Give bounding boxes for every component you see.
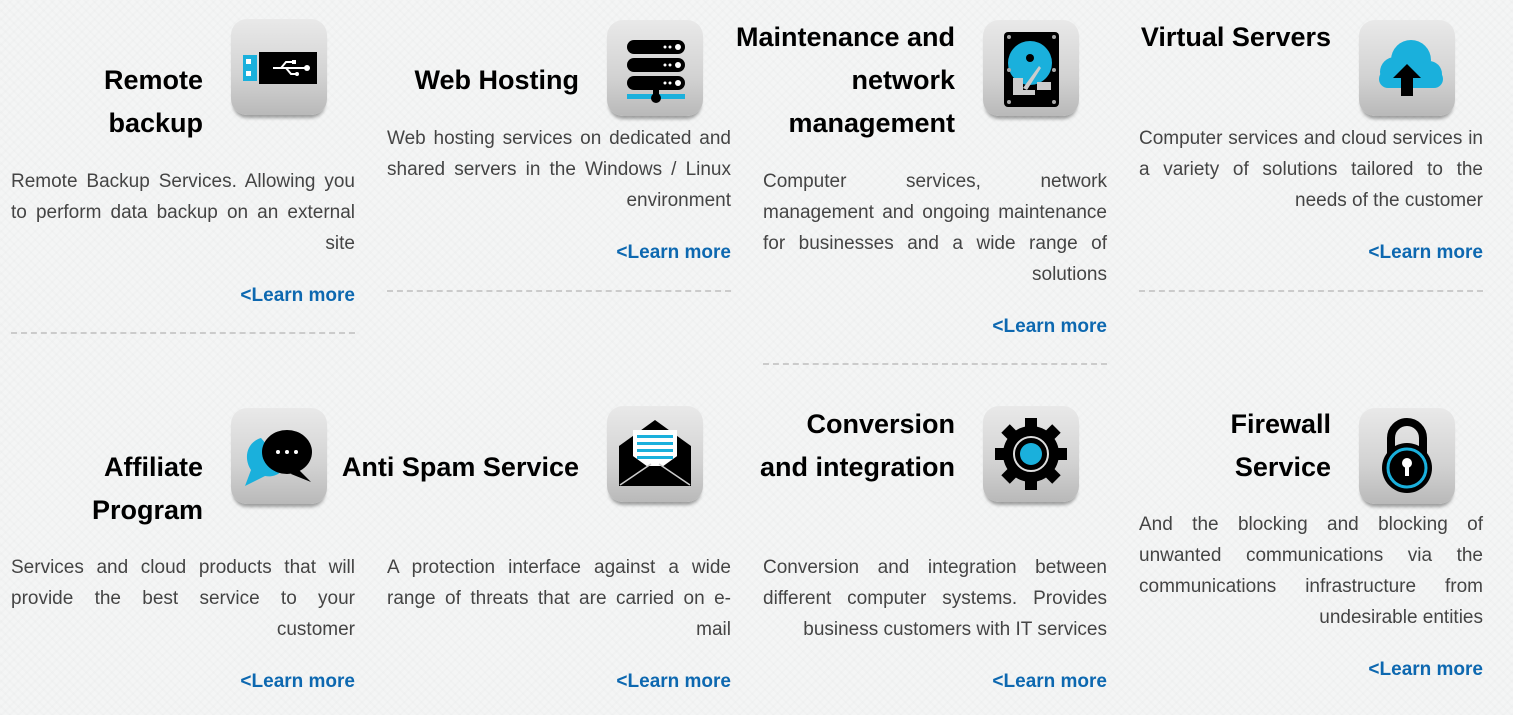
chat-bubbles-icon xyxy=(231,408,327,504)
dashed-divider xyxy=(1139,290,1483,292)
service-title: Remote backup xyxy=(103,65,203,138)
service-title: Firewall Service xyxy=(1230,409,1331,482)
learn-more-link[interactable]: <Learn more xyxy=(240,285,355,307)
service-title: Affiliate Program xyxy=(91,452,203,525)
learn-more-link[interactable]: <Learn more xyxy=(1368,659,1483,681)
service-description: Conversion and integration between diffe… xyxy=(763,557,1107,640)
learn-more-link[interactable]: <Learn more xyxy=(1368,242,1483,264)
padlock-icon xyxy=(1359,408,1455,504)
service-description: Remote Backup Services. Allowing you to … xyxy=(11,171,355,254)
service-title: Anti Spam Service xyxy=(341,452,579,482)
service-title: Web Hosting xyxy=(414,65,580,95)
server-stack-icon xyxy=(607,20,703,116)
service-title: Virtual Servers xyxy=(1140,22,1331,52)
hard-drive-icon xyxy=(983,20,1079,116)
service-description: Computer services and cloud services in … xyxy=(1139,128,1483,211)
usb-drive-icon xyxy=(231,19,327,115)
service-description: A protection interface against a wide ra… xyxy=(387,557,731,640)
gear-icon xyxy=(983,406,1079,502)
learn-more-link[interactable]: <Learn more xyxy=(616,242,731,264)
cloud-upload-icon xyxy=(1359,20,1455,116)
service-title: Maintenance and network management xyxy=(735,22,955,138)
service-description: Web hosting services on dedicated and sh… xyxy=(387,128,731,211)
learn-more-link[interactable]: <Learn more xyxy=(992,316,1107,338)
learn-more-link[interactable]: <Learn more xyxy=(240,671,355,693)
dashed-divider xyxy=(387,290,731,292)
learn-more-link[interactable]: <Learn more xyxy=(992,671,1107,693)
dashed-divider xyxy=(763,363,1107,365)
service-description: Computer services, network management an… xyxy=(763,171,1107,285)
service-description: Services and cloud products that will pr… xyxy=(11,557,355,640)
envelope-icon xyxy=(607,406,703,502)
service-title: Conversion and integration xyxy=(760,409,955,482)
service-description: And the blocking and blocking of unwante… xyxy=(1139,514,1483,628)
dashed-divider xyxy=(11,332,355,334)
learn-more-link[interactable]: <Learn more xyxy=(616,671,731,693)
